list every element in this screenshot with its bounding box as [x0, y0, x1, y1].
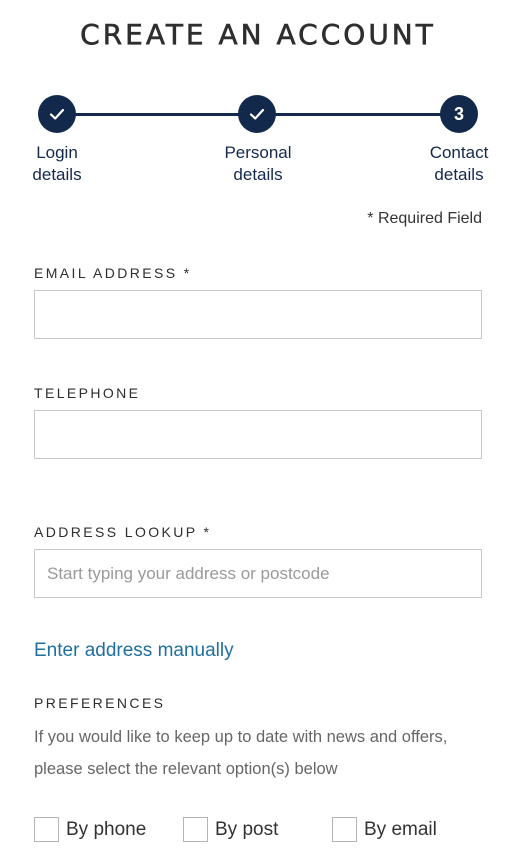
by-post-checkbox[interactable]: By post — [183, 817, 278, 842]
checkbox-box[interactable] — [183, 817, 208, 842]
checkbox-label: By email — [364, 818, 437, 840]
step-1-label: Login details — [32, 143, 82, 184]
step-3-label: Contact details — [429, 143, 489, 184]
page-title: CREATE AN ACCOUNT — [80, 18, 436, 52]
enter-address-manually-link[interactable]: Enter address manually — [34, 640, 234, 662]
step-connector — [257, 113, 459, 116]
preferences-heading: PREFERENCES — [34, 695, 166, 711]
email-field[interactable] — [34, 290, 482, 339]
checkmark-icon — [49, 108, 65, 120]
telephone-field[interactable] — [34, 410, 482, 459]
telephone-label: TELEPHONE — [34, 385, 141, 401]
checkbox-box[interactable] — [34, 817, 59, 842]
by-email-checkbox[interactable]: By email — [332, 817, 437, 842]
step-2-label: Personal details — [224, 143, 292, 184]
required-field-note: * Required Field — [367, 210, 482, 227]
preference-options: By phone By post By email — [0, 817, 532, 847]
step-connector — [57, 113, 257, 116]
checkbox-box[interactable] — [332, 817, 357, 842]
preferences-description: If you would like to keep up to date wit… — [34, 728, 448, 778]
step-2-checkmark-icon[interactable] — [238, 95, 276, 133]
step-3-number: 3 — [440, 95, 478, 133]
address-lookup-label: ADDRESS LOOKUP * — [34, 524, 212, 540]
checkmark-icon — [249, 108, 265, 120]
checkbox-label: By post — [215, 818, 279, 840]
checkbox-label: By phone — [66, 818, 147, 840]
by-phone-checkbox[interactable]: By phone — [34, 817, 146, 842]
progress-stepper: Login details Personal details 3 Contact… — [0, 94, 532, 194]
address-lookup-input[interactable] — [34, 549, 482, 598]
email-label: EMAIL ADDRESS * — [34, 265, 192, 281]
step-1-checkmark-icon[interactable] — [38, 95, 76, 133]
